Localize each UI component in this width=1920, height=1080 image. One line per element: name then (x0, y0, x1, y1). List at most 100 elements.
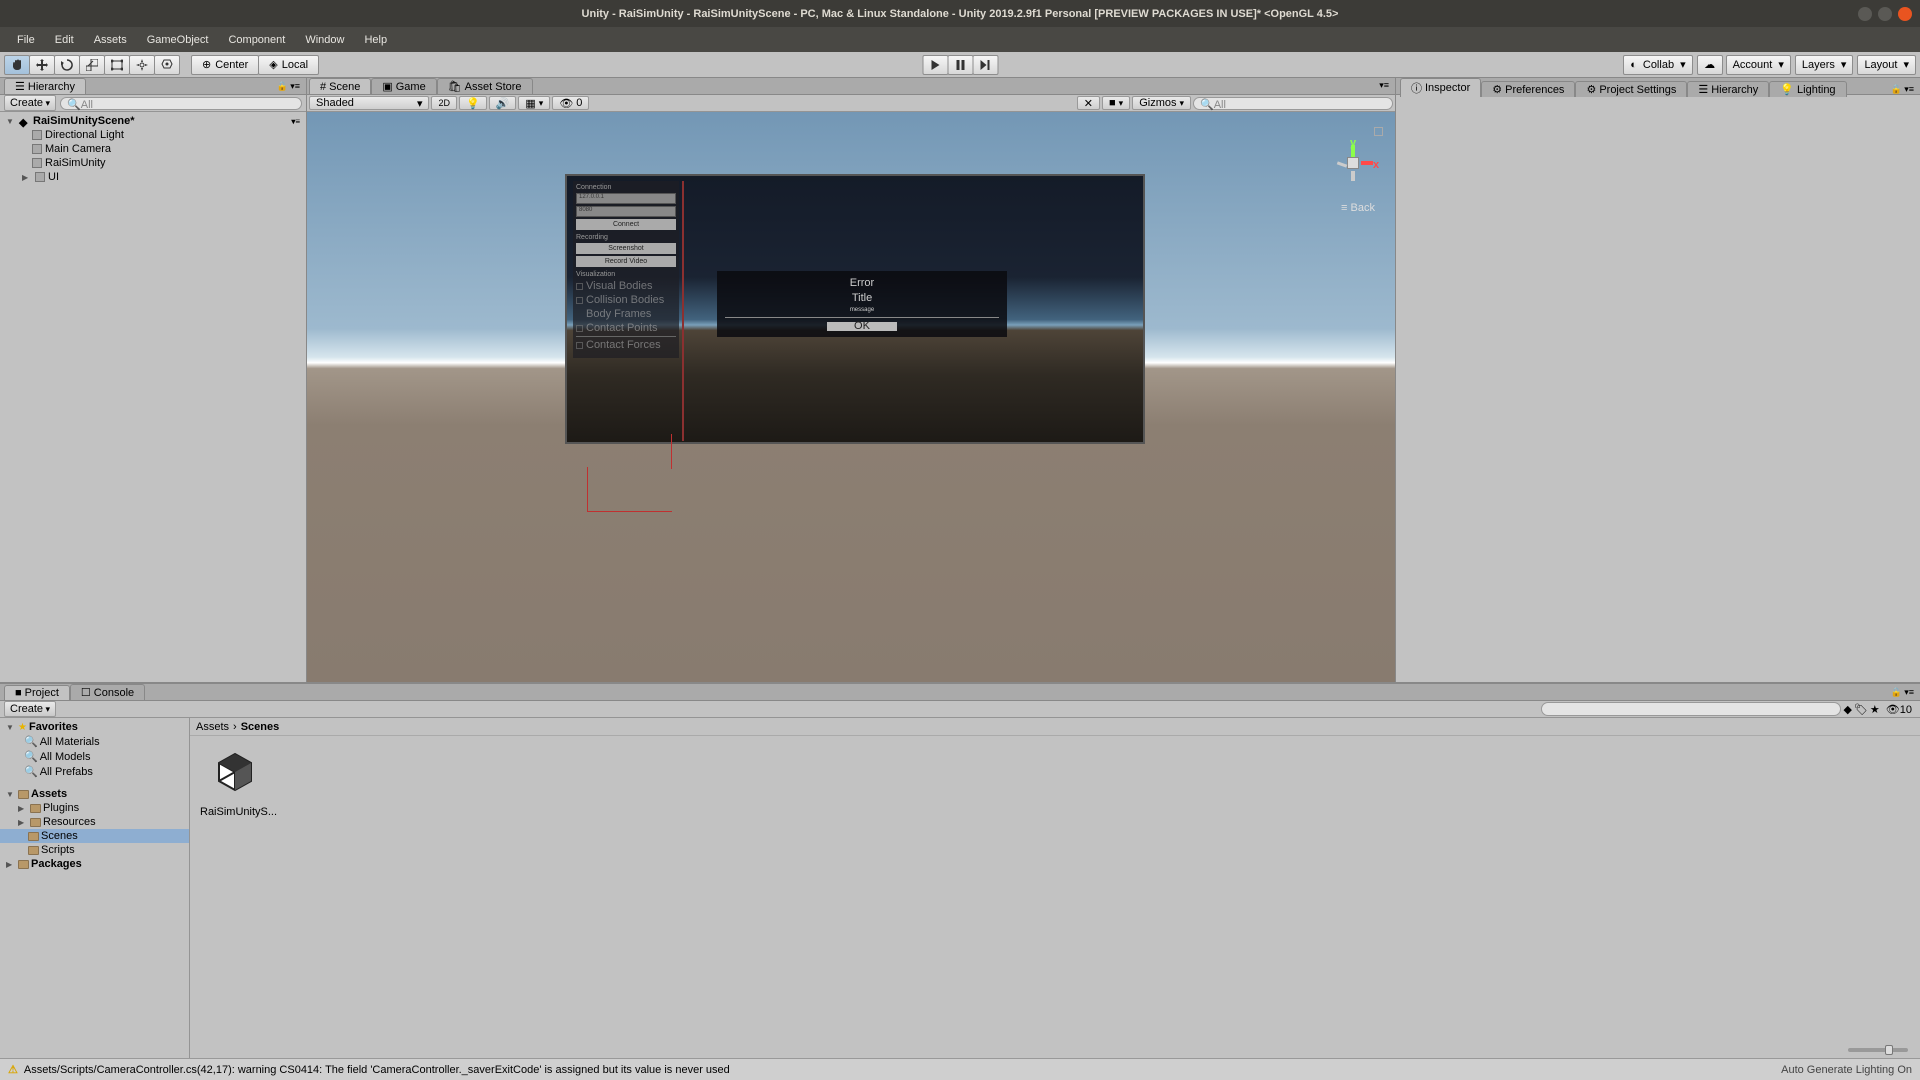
packages-folder[interactable]: ▶Packages (0, 857, 189, 871)
rect-tool-button[interactable] (104, 55, 130, 75)
camera-settings[interactable]: ■▾ (1102, 96, 1130, 110)
ip-field[interactable]: 127.0.0.1 (576, 193, 676, 204)
dialog-ok-button[interactable]: OK (827, 322, 897, 331)
favorite-item[interactable]: 🔍All Materials (0, 734, 189, 749)
pivot-mode-button[interactable]: ⊕Center (191, 55, 259, 75)
maximize-button[interactable] (1878, 7, 1892, 21)
folder-item[interactable]: Scripts (0, 843, 189, 857)
scale-tool-button[interactable] (79, 55, 105, 75)
close-button[interactable] (1898, 7, 1912, 21)
preferences-tab[interactable]: ⚙Preferences (1481, 81, 1575, 97)
status-message[interactable]: Assets/Scripts/CameraController.cs(42,17… (24, 1064, 730, 1076)
create-dropdown[interactable]: Create ▾ (4, 95, 56, 111)
lighting-toggle[interactable]: 💡 (459, 96, 487, 110)
asset-store-tab[interactable]: 🛍Asset Store (437, 78, 533, 94)
panel-options-icon[interactable]: 🔒 ▾≡ (1885, 82, 1920, 97)
hierarchy-tab-2[interactable]: ☰Hierarchy (1687, 81, 1769, 97)
hierarchy-tab[interactable]: ☰Hierarchy (4, 78, 86, 94)
hierarchy-item[interactable]: RaiSimUnity (0, 156, 306, 170)
favorite-item[interactable]: 🔍All Prefabs (0, 764, 189, 779)
scene-search[interactable]: 🔍All (1193, 97, 1393, 110)
menu-window[interactable]: Window (296, 31, 353, 49)
hierarchy-item[interactable]: ▶UI (0, 170, 306, 184)
rotate-tool-button[interactable] (54, 55, 80, 75)
layout-dropdown[interactable]: Layout▾ (1857, 55, 1916, 75)
audio-toggle[interactable]: 🔊 (489, 96, 517, 110)
favorite-item[interactable]: 🔍All Models (0, 749, 189, 764)
screenshot-button[interactable]: Screenshot (576, 243, 676, 254)
minimize-button[interactable] (1858, 7, 1872, 21)
pause-button[interactable] (948, 55, 974, 75)
menu-component[interactable]: Component (219, 31, 294, 49)
inspector-tab[interactable]: ⓘInspector (1400, 78, 1481, 97)
custom-tool-button[interactable] (154, 55, 180, 75)
panel-options-icon[interactable]: ▾≡ (1373, 78, 1395, 94)
folder-item-selected[interactable]: Scenes (0, 829, 189, 843)
vis-checkbox[interactable]: Visual Bodies (576, 280, 676, 292)
breadcrumb-item[interactable]: Scenes (241, 721, 280, 733)
search-filter-button[interactable]: 🏷 (1854, 703, 1868, 716)
menu-assets[interactable]: Assets (85, 31, 136, 49)
project-settings-tab[interactable]: ⚙Project Settings (1575, 81, 1687, 97)
connect-button[interactable]: Connect (576, 219, 676, 230)
fx-dropdown[interactable]: ▦▾ (518, 96, 550, 110)
menu-edit[interactable]: Edit (46, 31, 83, 49)
camera-toggle[interactable]: ✕ (1077, 96, 1100, 110)
search-filter-button[interactable]: ◆ (1843, 703, 1851, 716)
folder-icon (18, 860, 29, 869)
shading-dropdown[interactable]: Shaded▾ (309, 96, 429, 110)
scene-viewport[interactable]: Connection 127.0.0.1 8080 Connect Record… (307, 112, 1395, 682)
menu-file[interactable]: File (8, 31, 44, 49)
vis-checkbox[interactable]: Contact Points (576, 322, 676, 334)
camera-icon: ■ (1109, 97, 1116, 109)
scene-asset[interactable]: RaiSimUnityS... (200, 746, 270, 818)
transform-tool-button[interactable] (129, 55, 155, 75)
project-tab[interactable]: ■Project (4, 685, 70, 700)
move-tool-button[interactable] (29, 55, 55, 75)
assets-folder[interactable]: ▼Assets (0, 787, 189, 801)
assets-grid[interactable]: RaiSimUnityS... (190, 736, 1920, 1042)
hierarchy-item[interactable]: Directional Light (0, 128, 306, 142)
handle-rotation-button[interactable]: ◈Local (258, 55, 319, 75)
account-dropdown[interactable]: Account▾ (1726, 55, 1791, 75)
light-icon: 💡 (1780, 83, 1794, 96)
vis-checkbox[interactable]: Collision Bodies (576, 294, 676, 306)
star-icon: ★ (18, 722, 27, 733)
hierarchy-item[interactable]: Main Camera (0, 142, 306, 156)
menu-gameobject[interactable]: GameObject (138, 31, 218, 49)
scene-root[interactable]: ▼◆RaiSimUnityScene*▾≡ (0, 114, 306, 128)
hidden-count[interactable]: 👁0 (552, 96, 589, 110)
record-button[interactable]: Record Video (576, 256, 676, 267)
hierarchy-search[interactable]: 🔍All (60, 97, 302, 110)
hidden-toggle[interactable]: 👁10 (1882, 703, 1916, 716)
hand-tool-button[interactable] (4, 55, 30, 75)
gizmo-lock-icon[interactable] (1374, 127, 1383, 136)
folder-item[interactable]: ▶Resources (0, 815, 189, 829)
console-tab[interactable]: ☐Console (70, 684, 145, 700)
vis-checkbox[interactable]: Contact Forces (576, 339, 676, 351)
grid-size-slider[interactable] (1848, 1048, 1908, 1052)
step-button[interactable] (973, 55, 999, 75)
gizmos-dropdown[interactable]: Gizmos ▾ (1132, 96, 1191, 110)
lighting-tab[interactable]: 💡Lighting (1769, 81, 1846, 97)
favorites-folder[interactable]: ▼★Favorites (0, 720, 189, 734)
panel-options-icon[interactable]: 🔒 ▾≡ (1885, 685, 1920, 700)
menu-help[interactable]: Help (355, 31, 396, 49)
vis-checkbox[interactable]: Body Frames (576, 308, 676, 320)
play-button[interactable] (923, 55, 949, 75)
cloud-button[interactable]: ☁ (1697, 55, 1723, 75)
search-icon: 🔍 (24, 735, 38, 748)
folder-item[interactable]: ▶Plugins (0, 801, 189, 815)
project-create-dropdown[interactable]: Create ▾ (4, 701, 56, 717)
collab-dropdown[interactable]: ◐Collab▾ (1623, 55, 1692, 75)
orientation-gizmo[interactable]: y x ≡ Back (1323, 127, 1383, 207)
breadcrumb-item[interactable]: Assets (196, 721, 229, 733)
game-tab[interactable]: ▣Game (371, 78, 436, 94)
scene-tab[interactable]: #Scene (309, 78, 371, 94)
2d-toggle[interactable]: 2D (431, 96, 457, 110)
panel-lock-icon[interactable]: 🔒 ▾≡ (271, 79, 306, 94)
layers-dropdown[interactable]: Layers▾ (1795, 55, 1854, 75)
favorite-button[interactable]: ★ (1870, 703, 1880, 716)
port-field[interactable]: 8080 (576, 206, 676, 217)
project-search[interactable] (1541, 702, 1841, 716)
